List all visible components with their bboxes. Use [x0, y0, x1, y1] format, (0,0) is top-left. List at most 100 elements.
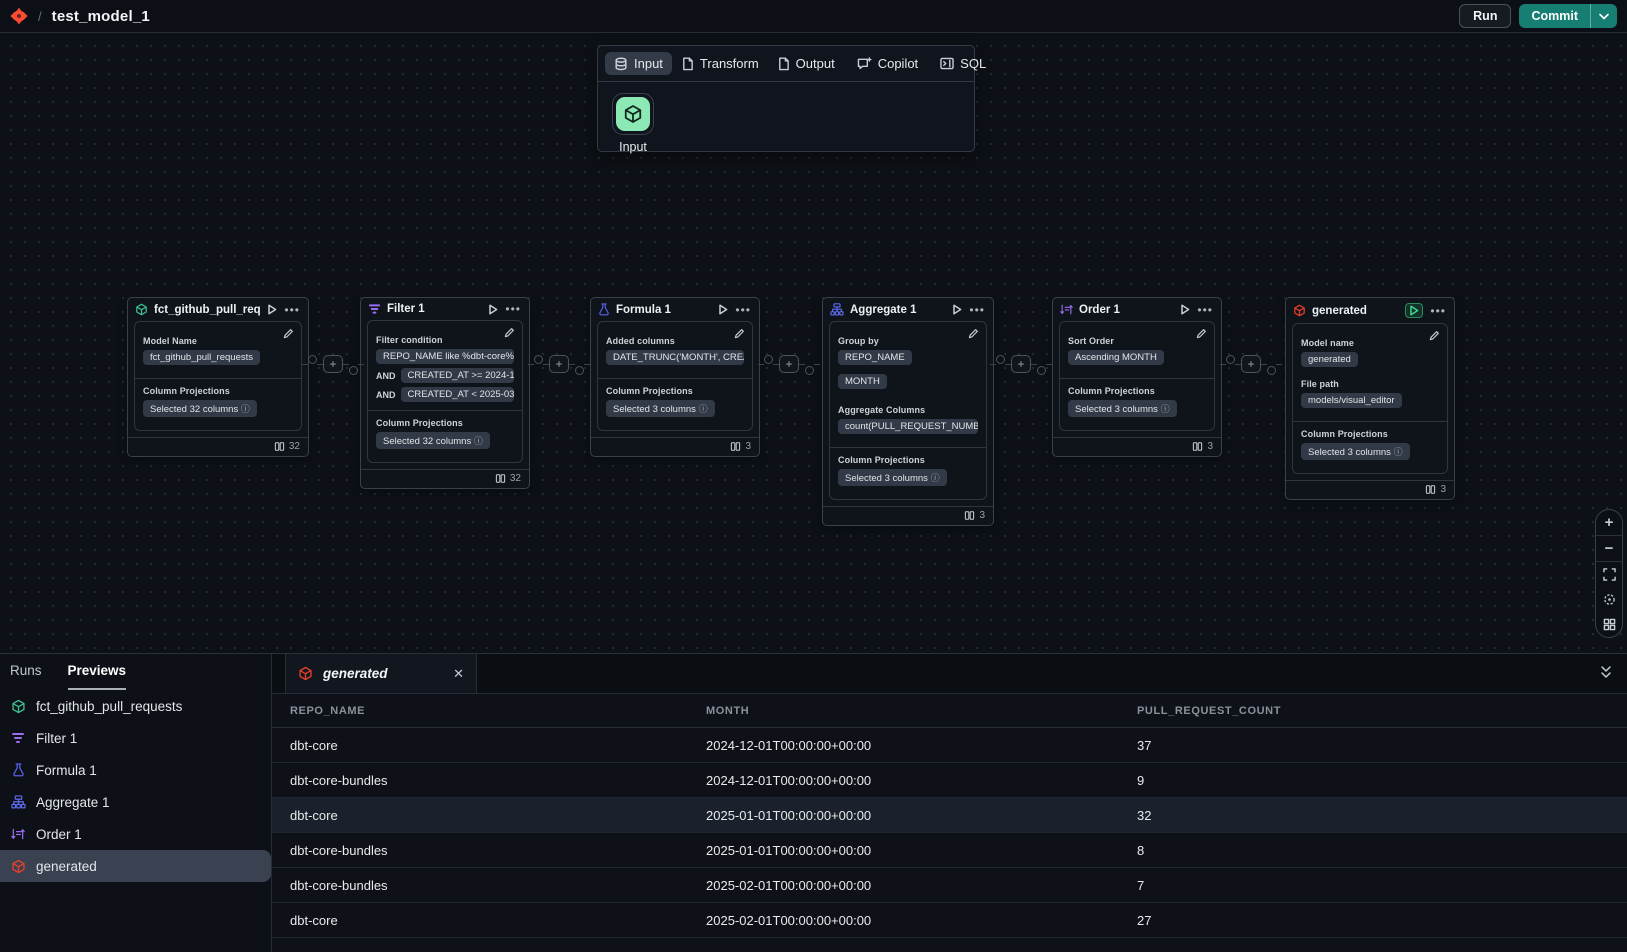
- zoom-out-button[interactable]: −: [1596, 536, 1622, 561]
- sidebar-item-order-1[interactable]: Order 1: [0, 818, 271, 850]
- add-step-button[interactable]: +: [1241, 355, 1261, 373]
- cube-icon: [10, 699, 26, 714]
- field-label: Column Projections: [143, 386, 293, 396]
- node-filter-1[interactable]: Filter 1 ••• Filter condition REPO_NAME …: [360, 297, 530, 489]
- edit-icon[interactable]: [504, 327, 515, 338]
- palette-input-tile[interactable]: [616, 97, 650, 131]
- edit-icon[interactable]: [734, 328, 745, 339]
- preview-tab-generated[interactable]: generated ✕: [285, 654, 477, 693]
- value-chip: Selected 3 columns ⓘ: [1068, 400, 1177, 417]
- sidebar-item-fct-github-pull-requests[interactable]: fct_github_pull_requests: [0, 690, 271, 722]
- zoom-in-button[interactable]: +: [1596, 510, 1622, 535]
- sidebar-item-generated[interactable]: generated: [0, 850, 271, 882]
- graph-canvas[interactable]: Input Transform Output Copilot SQL: [0, 33, 1627, 653]
- node-title: fct_github_pull_requests: [154, 304, 261, 316]
- edit-icon[interactable]: [968, 328, 979, 339]
- play-icon[interactable]: [718, 304, 728, 315]
- tab-copilot[interactable]: Copilot: [848, 52, 927, 75]
- tab-runs[interactable]: Runs: [10, 663, 42, 690]
- node-order-1[interactable]: Order 1 ••• Sort Order Ascending MONTH C…: [1052, 297, 1222, 457]
- columns-icon: [495, 473, 506, 484]
- output-port[interactable]: [308, 355, 317, 364]
- filter-icon: [368, 303, 381, 315]
- node-fct-github-pull-requests[interactable]: fct_github_pull_requests ••• Model Name …: [127, 297, 309, 457]
- chevron-down-icon[interactable]: [1591, 4, 1617, 28]
- more-options-icon[interactable]: •••: [968, 304, 986, 316]
- add-step-button[interactable]: +: [323, 355, 343, 373]
- grid-layout-icon[interactable]: [1596, 612, 1622, 637]
- input-port[interactable]: [575, 366, 584, 375]
- tab-sql[interactable]: SQL: [931, 52, 995, 75]
- sort-icon: [1060, 303, 1073, 316]
- column-count: 3: [745, 441, 751, 452]
- section-divider: [368, 410, 522, 411]
- play-icon[interactable]: [952, 304, 962, 315]
- column-count: 32: [289, 441, 300, 452]
- collapse-panel-icon[interactable]: [1599, 664, 1613, 680]
- value-chip: REPO_NAME: [838, 350, 912, 365]
- locate-icon[interactable]: [1596, 587, 1622, 612]
- run-button[interactable]: Run: [1459, 4, 1511, 28]
- sidebar-item-filter-1[interactable]: Filter 1: [0, 722, 271, 754]
- sidebar-item-label: Formula 1: [36, 763, 97, 778]
- edge-connector: +: [990, 355, 1052, 373]
- node-formula-1[interactable]: Formula 1 ••• Added columns DATE_TRUNC('…: [590, 297, 760, 457]
- dbt-logo-icon[interactable]: [10, 7, 28, 25]
- top-bar: / test_model_1 Run Commit: [0, 0, 1627, 33]
- play-icon[interactable]: [267, 304, 277, 315]
- play-icon[interactable]: [488, 304, 498, 315]
- commit-button[interactable]: Commit: [1519, 4, 1617, 28]
- field-label: File path: [1301, 379, 1439, 389]
- more-options-icon[interactable]: •••: [734, 304, 752, 316]
- close-icon[interactable]: ✕: [453, 666, 464, 682]
- commit-button-label[interactable]: Commit: [1519, 4, 1590, 28]
- cube-icon: [1293, 304, 1306, 317]
- add-step-button[interactable]: +: [549, 355, 569, 373]
- and-label: AND: [376, 371, 396, 381]
- field-label: Group by: [838, 336, 978, 346]
- play-icon[interactable]: [1405, 303, 1423, 318]
- cube-icon: [298, 666, 313, 681]
- add-step-button[interactable]: +: [1011, 355, 1031, 373]
- play-icon[interactable]: [1180, 304, 1190, 315]
- columns-icon: [274, 441, 285, 452]
- more-options-icon[interactable]: •••: [1429, 305, 1447, 317]
- output-port[interactable]: [1226, 355, 1235, 364]
- section-divider: [830, 447, 986, 448]
- node-palette: Input Transform Output Copilot SQL: [597, 45, 975, 152]
- more-options-icon[interactable]: •••: [1196, 304, 1214, 316]
- input-port[interactable]: [349, 366, 358, 375]
- output-port[interactable]: [534, 355, 543, 364]
- node-aggregate-1[interactable]: Aggregate 1 ••• Group by REPO_NAME MONTH…: [822, 297, 994, 526]
- column-header: REPO_NAME: [272, 705, 706, 717]
- edit-icon[interactable]: [1196, 328, 1207, 339]
- fit-view-icon[interactable]: [1596, 562, 1622, 587]
- value-chip: count(PULL_REQUEST_NUMBER) as ...: [838, 419, 978, 434]
- column-count: 32: [510, 473, 521, 484]
- edit-icon[interactable]: [283, 328, 294, 339]
- database-icon: [614, 57, 628, 71]
- input-port[interactable]: [805, 366, 814, 375]
- columns-icon: [1192, 441, 1203, 452]
- field-label: Filter condition: [376, 335, 514, 345]
- info-icon: ⓘ: [474, 436, 483, 446]
- more-options-icon[interactable]: •••: [504, 303, 522, 315]
- section-divider: [1293, 421, 1447, 422]
- tab-input-label: Input: [634, 56, 663, 71]
- tab-output[interactable]: Output: [768, 52, 844, 75]
- tab-previews[interactable]: Previews: [68, 663, 127, 690]
- palette-tab-bar: Input Transform Output Copilot SQL: [598, 46, 974, 82]
- tab-transform[interactable]: Transform: [672, 52, 768, 75]
- sidebar-item-formula-1[interactable]: Formula 1: [0, 754, 271, 786]
- output-port[interactable]: [996, 355, 1005, 364]
- input-port[interactable]: [1037, 366, 1046, 375]
- edit-icon[interactable]: [1429, 330, 1440, 341]
- more-options-icon[interactable]: •••: [283, 304, 301, 316]
- input-port[interactable]: [1267, 366, 1276, 375]
- sidebar-item-aggregate-1[interactable]: Aggregate 1: [0, 786, 271, 818]
- output-port[interactable]: [764, 355, 773, 364]
- node-title: Formula 1: [616, 304, 712, 316]
- tab-input[interactable]: Input: [605, 52, 672, 75]
- node-generated[interactable]: generated ••• Model name generated File …: [1285, 297, 1455, 500]
- add-step-button[interactable]: +: [779, 355, 799, 373]
